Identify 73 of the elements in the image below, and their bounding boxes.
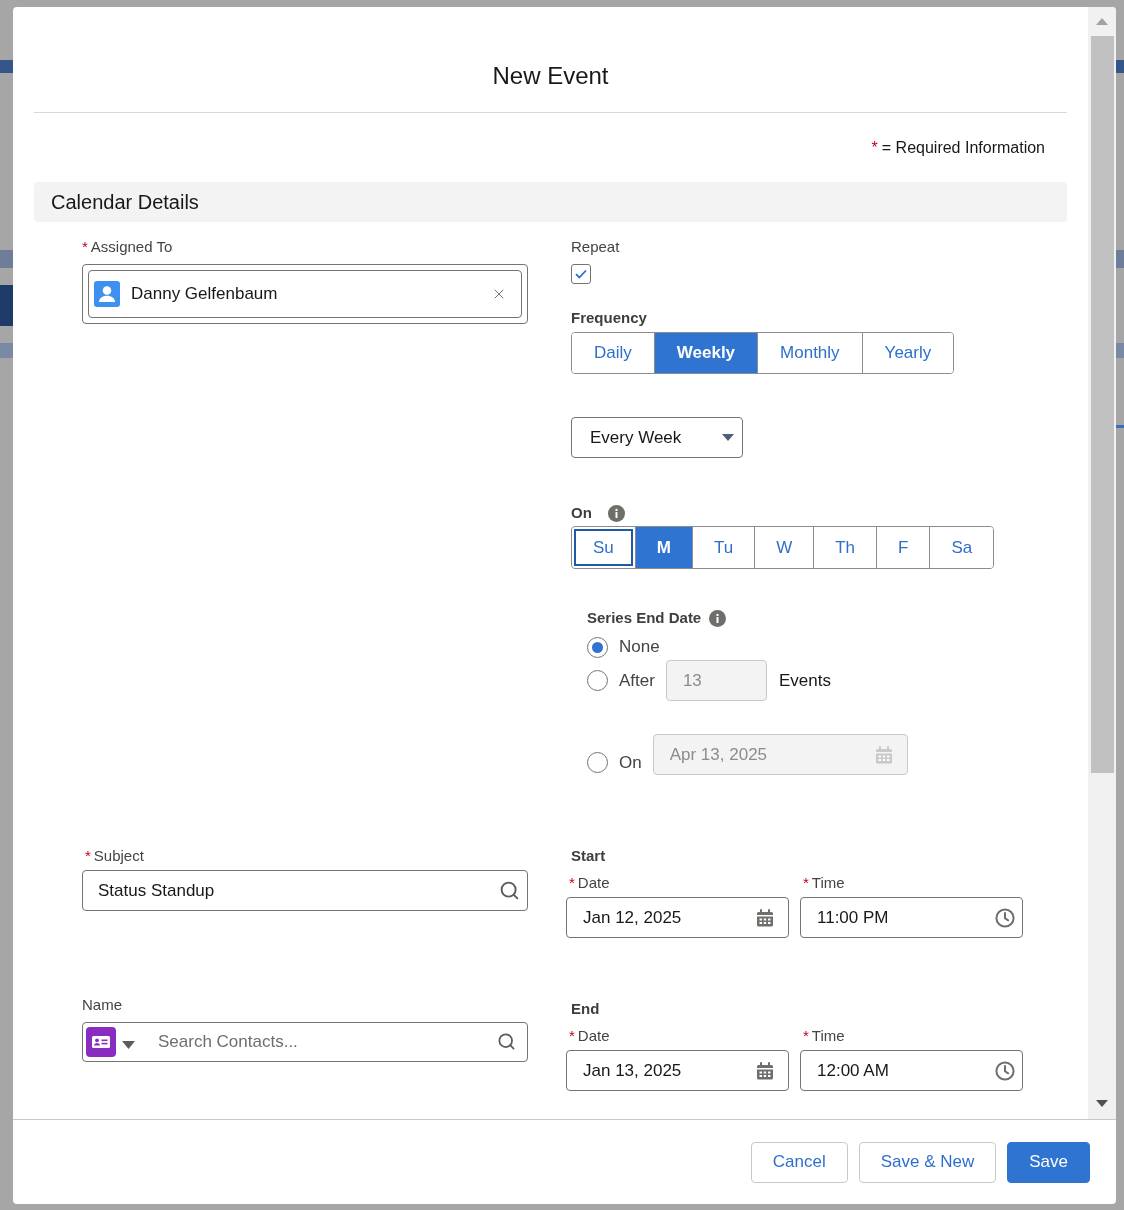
required-asterisk: * — [85, 846, 91, 866]
footer-button[interactable]: Save & New — [858, 1141, 997, 1183]
field-label: Date — [577, 1026, 610, 1046]
interval-select[interactable]: Every Week — [571, 417, 743, 458]
field-label: End — [571, 999, 600, 1019]
radio-button[interactable] — [587, 636, 608, 658]
user-name: Danny Gelfenbaum — [131, 283, 279, 306]
events-label: Events — [778, 669, 831, 692]
lookup-field[interactable]: Danny Gelfenbaum — [82, 264, 528, 324]
field-label: Start — [571, 846, 606, 866]
dialog-title: New Event — [492, 61, 609, 91]
option-label: After — [619, 669, 655, 692]
background-bar — [0, 285, 13, 326]
calendar-icon — [756, 909, 774, 927]
clock-icon — [995, 908, 1015, 928]
subject-input[interactable]: Status Standup — [82, 870, 528, 911]
info-icon — [607, 504, 625, 522]
clock-icon — [995, 1061, 1015, 1081]
date-input[interactable]: Jan 12, 2025 — [566, 897, 789, 938]
object-type-button[interactable] — [86, 1027, 135, 1057]
date-input[interactable]: Jan 13, 2025 — [566, 1050, 789, 1091]
field-label: Time — [811, 1026, 845, 1046]
background-bar — [0, 250, 13, 268]
info-icon — [709, 609, 727, 627]
field-label: Series End Date — [587, 608, 702, 628]
field-label: On — [571, 503, 592, 523]
background-bar — [0, 60, 13, 73]
time-input[interactable]: 11:00 PM — [800, 897, 1023, 938]
field-label: Subject — [93, 846, 144, 866]
field-label: Date — [577, 873, 610, 893]
calendar-icon — [874, 746, 893, 764]
required-asterisk: * — [569, 1026, 575, 1046]
background-bar — [1116, 60, 1124, 73]
option-label: None — [619, 636, 660, 658]
field-label: Frequency — [571, 308, 647, 328]
frequency-tab[interactable]: Yearly — [861, 333, 954, 373]
frequency-tab[interactable]: Weekly — [653, 333, 758, 373]
search-icon — [499, 880, 520, 901]
caret-up-icon — [1096, 18, 1108, 25]
required-note: = Required Information — [881, 138, 1045, 158]
check-icon — [575, 269, 587, 279]
search-icon — [497, 1032, 516, 1051]
weekday-toggle[interactable]: Su — [572, 527, 635, 568]
background-bar — [1116, 343, 1124, 358]
contact-search-input[interactable]: Search Contacts... — [82, 1022, 528, 1062]
required-asterisk: * — [803, 1026, 809, 1046]
checkbox[interactable] — [571, 264, 591, 284]
background-bar — [1116, 425, 1124, 428]
background-bar — [0, 343, 13, 358]
field-label: Time — [811, 873, 845, 893]
footer-button[interactable]: Save — [1007, 1141, 1090, 1183]
selected-user-pill[interactable]: Danny Gelfenbaum — [88, 270, 522, 318]
caret-down-icon — [1096, 1100, 1108, 1107]
footer-button[interactable]: Cancel — [750, 1141, 848, 1183]
required-asterisk: * — [82, 237, 88, 257]
weekday-toggle[interactable]: M — [634, 527, 692, 568]
field-label: Name — [82, 995, 122, 1015]
field-label: Assigned To — [90, 237, 173, 257]
user-avatar-icon — [94, 281, 120, 307]
weekday-toggle[interactable]: Sa — [929, 527, 994, 568]
field-label: Repeat — [571, 237, 620, 257]
background-bar — [1116, 250, 1124, 268]
required-asterisk: * — [803, 873, 809, 893]
required-asterisk: * — [569, 873, 575, 893]
contact-card-icon — [86, 1027, 116, 1057]
scrollbar-thumb[interactable] — [1090, 36, 1114, 773]
calendar-icon — [756, 1062, 774, 1080]
time-input[interactable]: 12:00 AM — [800, 1050, 1023, 1091]
caret-down-icon — [722, 434, 734, 441]
required-asterisk: * — [871, 138, 878, 158]
caret-down-icon — [122, 1041, 135, 1049]
option-label: On — [619, 752, 642, 774]
section-title: Calendar Details — [51, 190, 199, 215]
